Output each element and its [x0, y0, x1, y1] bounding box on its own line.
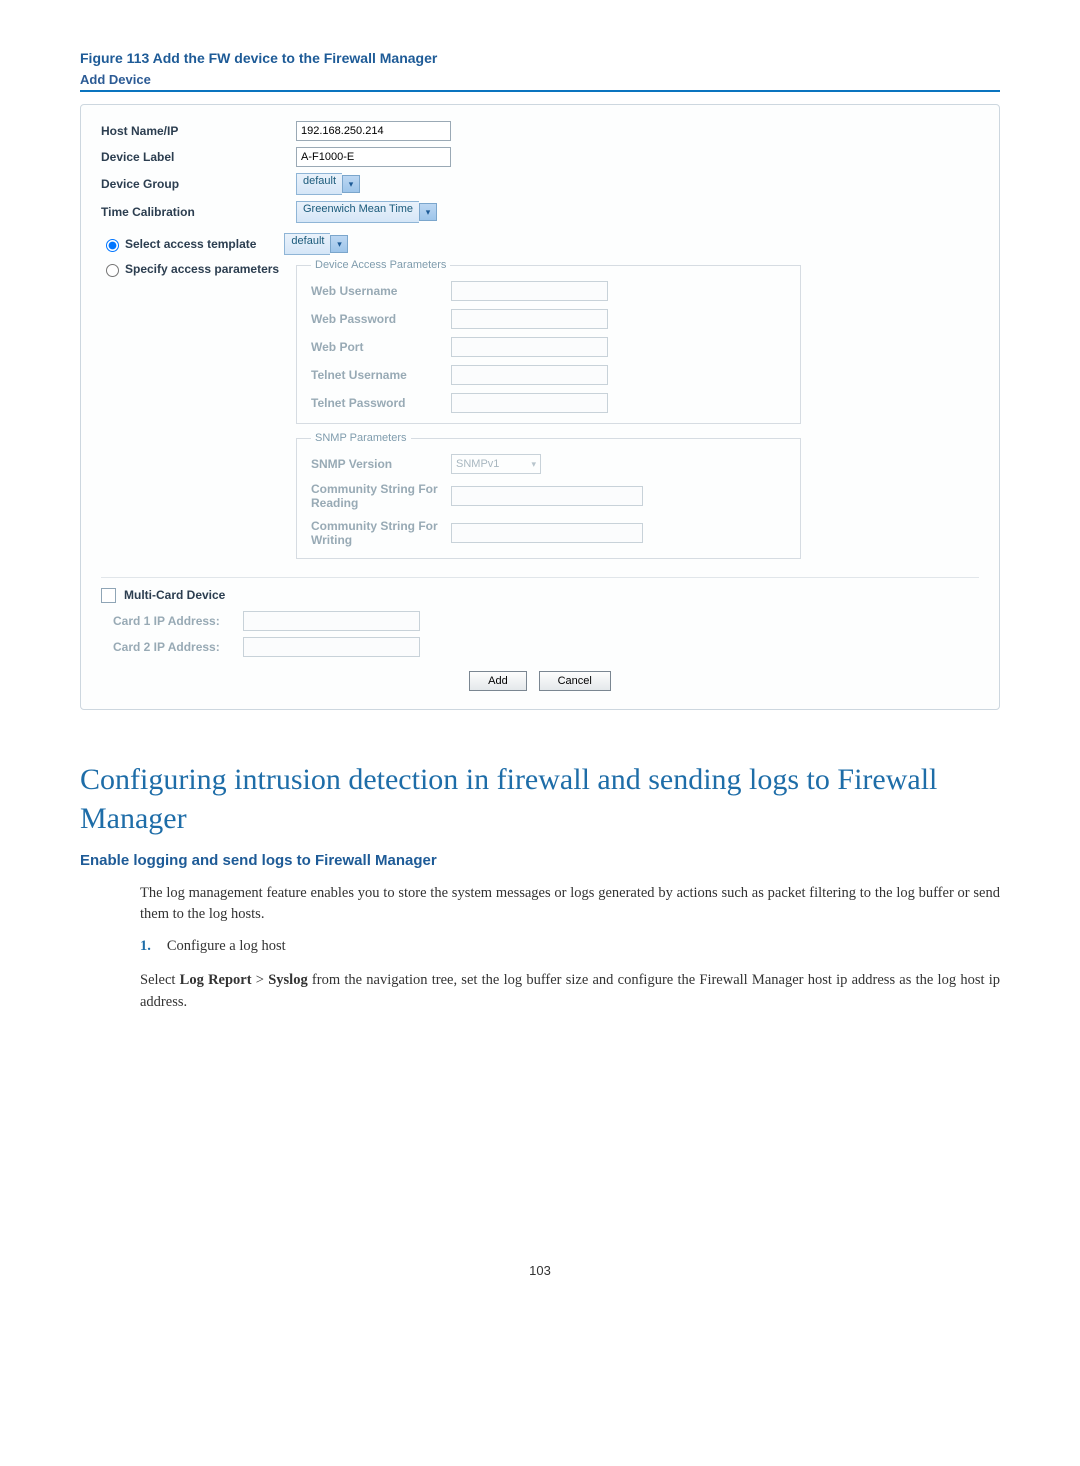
select-access-template-label: Select access template [125, 237, 256, 251]
web-username-label: Web Username [311, 284, 451, 298]
add-device-form: Host Name/IP Device Label Device Group d… [80, 104, 1000, 710]
snmp-legend: SNMP Parameters [311, 432, 411, 444]
figure-caption: Figure 113 Add the FW device to the Fire… [80, 50, 1000, 66]
specify-access-params-radio[interactable] [106, 264, 119, 277]
telnet-password-label: Telnet Password [311, 396, 451, 410]
web-username-input [451, 281, 608, 301]
host-name-input[interactable] [296, 121, 451, 141]
device-label-label: Device Label [101, 150, 296, 164]
telnet-username-input [451, 365, 608, 385]
web-port-input [451, 337, 608, 357]
community-read-input [451, 486, 643, 506]
select-access-template-radio[interactable] [106, 239, 119, 252]
snmp-version-select: SNMPv1 ▾ [451, 454, 541, 474]
telnet-username-label: Telnet Username [311, 368, 451, 382]
access-template-select[interactable]: default [284, 233, 330, 255]
paragraph: The log management feature enables you t… [140, 883, 1000, 927]
community-read-label: Community String For Reading [311, 482, 451, 511]
device-access-parameters-fieldset: Device Access Parameters Web Username We… [296, 259, 801, 424]
device-label-input[interactable] [296, 147, 451, 167]
web-password-label: Web Password [311, 312, 451, 326]
paragraph: Select Log Report > Syslog from the navi… [140, 970, 1000, 1014]
chevron-down-icon: ▾ [531, 459, 536, 470]
subsection-heading: Enable logging and send logs to Firewall… [80, 852, 1000, 869]
chevron-down-icon[interactable]: ▾ [342, 175, 360, 193]
telnet-password-input [451, 393, 608, 413]
chevron-down-icon[interactable]: ▾ [419, 203, 437, 221]
device-group-select[interactable]: default [296, 173, 342, 195]
community-write-label: Community String For Writing [311, 519, 451, 548]
card2-ip-input [243, 637, 420, 657]
card2-ip-label: Card 2 IP Address: [113, 640, 243, 654]
section-heading: Configuring intrusion detection in firew… [80, 760, 1000, 838]
panel-title: Add Device [80, 72, 1000, 87]
list-item: 1.Configure a log host [140, 936, 1000, 958]
snmp-version-label: SNMP Version [311, 457, 451, 471]
multi-card-label: Multi-Card Device [124, 588, 225, 602]
web-port-label: Web Port [311, 340, 451, 354]
chevron-down-icon[interactable]: ▾ [330, 235, 348, 253]
time-calibration-label: Time Calibration [101, 205, 296, 219]
card1-ip-input [243, 611, 420, 631]
host-name-label: Host Name/IP [101, 124, 296, 138]
divider [80, 90, 1000, 92]
add-button[interactable]: Add [469, 671, 527, 691]
multi-card-checkbox[interactable] [101, 588, 116, 603]
community-write-input [451, 523, 643, 543]
page-number: 103 [80, 1263, 1000, 1278]
device-access-legend: Device Access Parameters [311, 259, 450, 271]
time-calibration-select[interactable]: Greenwich Mean Time [296, 201, 419, 223]
cancel-button[interactable]: Cancel [539, 671, 611, 691]
card1-ip-label: Card 1 IP Address: [113, 614, 243, 628]
specify-access-params-label: Specify access parameters [125, 262, 279, 276]
device-group-label: Device Group [101, 177, 296, 191]
snmp-parameters-fieldset: SNMP Parameters SNMP Version SNMPv1 ▾ Co… [296, 432, 801, 559]
web-password-input [451, 309, 608, 329]
list-number: 1. [140, 938, 151, 954]
